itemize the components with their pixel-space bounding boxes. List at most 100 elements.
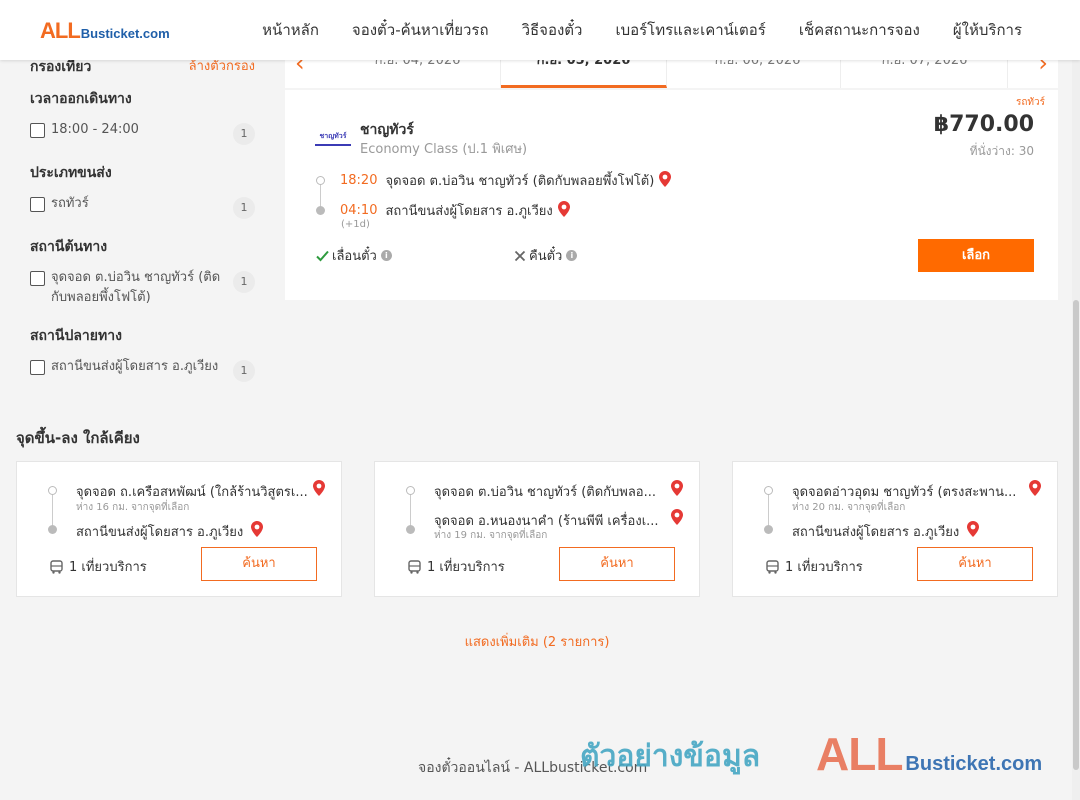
destination-dot-icon [316,206,325,215]
show-more-link[interactable]: แสดงเพิ่มเติม (2 รายการ) [0,631,1074,652]
info-icon[interactable]: i [380,250,392,261]
watermark-logo-domain: Busticket.com [905,753,1043,775]
nearby-origin: จุดจอด ต.บ่อวิน ชาญทัวร์ (ติดกับพลอ... [434,485,657,500]
seats-available: ที่นั่งว่าง: 30 [969,144,1034,158]
trip-count-label: 1 เที่ยวบริการ [69,560,147,575]
nav-how-to-book[interactable]: วิธีจองตั๋ว [522,18,583,42]
nearby-destination: สถานีขนส่งผู้โดยสาร อ.ภูเวียง [792,525,960,540]
filter-count-badge: 1 [233,197,255,219]
info-icon[interactable]: i [566,250,578,261]
origin-dot-icon [48,486,57,495]
scrollbar-thumb[interactable] [1073,300,1079,770]
filter-option[interactable]: จุดจอด ต.บ่อวิน ชาญทัวร์ (ติดกับพลอยพึ้ง… [30,268,255,308]
select-trip-button[interactable]: เลือก [918,239,1034,272]
page-scrollbar[interactable] [1072,0,1080,800]
bus-icon [50,559,63,574]
departure-station: จุดจอด ต.บ่อวิน ชาญทัวร์ (ติดกับพลอยพึ้ง… [385,174,655,189]
nav-operators[interactable]: ผู้ให้บริการ [953,18,1022,42]
bus-icon [408,559,421,574]
watermark-logo-all: ALL [816,728,903,780]
nearby-search-button[interactable]: ค้นหา [559,547,675,581]
watermark-logo: ALL Busticket.com [816,727,1042,781]
logo-all-text: ALL [40,18,81,43]
nearby-origin-distance: ห่าง 20 กม. จากจุดที่เลือก [792,502,906,513]
top-navbar: ALL Busticket.com หน้าหลัก จองตั๋ว-ค้นหา… [0,0,1080,60]
refund-policy[interactable]: คืนตั๋ว i [514,245,578,266]
filter-count-badge: 1 [233,360,255,382]
filter-group-title: ประเภทขนส่ง [30,165,112,181]
departure-stop: 18:20 จุดจอด ต.บ่อวิน ชาญทัวร์ (ติดกับพล… [340,170,672,191]
filter-option[interactable]: 18:00 - 24:00 1 [30,120,255,145]
filter-group-origin: สถานีต้นทาง จุดจอด ต.บ่อวิน ชาญทัวร์ (ติ… [30,236,255,308]
refund-label: คืนตั๋ว [529,249,563,264]
filter-checkbox[interactable] [30,197,45,212]
check-icon [316,250,329,261]
nearby-trip-count: 1 เที่ยวบริการ [766,556,863,577]
filter-group-title: สถานีปลายทาง [30,328,122,344]
origin-dot-icon [406,486,415,495]
map-pin-icon[interactable] [671,480,683,496]
arrival-time: 04:10 [340,203,378,218]
filter-checkbox[interactable] [30,271,45,286]
route-timeline-line [410,492,411,529]
nearby-destination: สถานีขนส่งผู้โดยสาร อ.ภูเวียง [76,525,244,540]
filter-option-label[interactable]: 18:00 - 24:00 [51,120,221,140]
main-nav: หน้าหลัก จองตั๋ว-ค้นหาเที่ยวรถ วิธีจองตั… [262,0,1022,60]
filter-group-departure-time: เวลาออกเดินทาง 18:00 - 24:00 1 [30,88,255,145]
destination-dot-icon [48,525,57,534]
filter-title: กรองเที่ยว [30,60,92,72]
filter-option[interactable]: สถานีขนส่งผู้โดยสาร อ.ภูเวียง 1 [30,357,255,382]
reschedule-policy[interactable]: เลื่อนตั๋ว i [316,245,392,266]
trip-count-label: 1 เที่ยวบริการ [427,560,505,575]
nav-booking-status[interactable]: เช็คสถานะการจอง [799,18,920,42]
nearby-card: จุดจอด ต.บ่อวิน ชาญทัวร์ (ติดกับพลอ... จ… [374,461,700,597]
nearby-search-button[interactable]: ค้นหา [201,547,317,581]
map-pin-icon[interactable] [557,200,570,221]
nav-book-search[interactable]: จองตั๋ว-ค้นหาเที่ยวรถ [352,18,489,42]
cross-icon [514,250,526,261]
trip-result-card: รถทัวร์ ชาญทัวร์ ชาญทัวร์ Economy Class … [285,90,1058,300]
map-pin-icon[interactable] [251,521,263,537]
filter-count-badge: 1 [233,123,255,145]
operator-logo: ชาญทัวร์ [315,126,351,146]
site-logo[interactable]: ALL Busticket.com [40,18,170,44]
transport-type-label: รถทัวร์ [1015,97,1045,108]
filter-header: กรองเที่ยว ล้างตัวกรอง [30,60,255,72]
filter-checkbox[interactable] [30,123,45,138]
filter-count-badge: 1 [233,271,255,293]
origin-dot-icon [316,176,325,185]
destination-dot-icon [406,525,415,534]
logo-domain-text: Busticket.com [80,26,170,41]
map-pin-icon[interactable] [659,170,672,191]
nearby-stops-title: จุดขึ้น-ลง ใกล้เคียง [16,429,140,447]
nav-home[interactable]: หน้าหลัก [262,18,319,42]
route-timeline-line [768,492,769,529]
map-pin-icon[interactable] [313,480,325,496]
nearby-trip-count: 1 เที่ยวบริการ [408,556,505,577]
nearby-search-button[interactable]: ค้นหา [917,547,1033,581]
filter-option-label[interactable]: จุดจอด ต.บ่อวิน ชาญทัวร์ (ติดกับพลอยพึ้ง… [51,268,221,308]
filter-group-title: เวลาออกเดินทาง [30,91,132,107]
map-pin-icon[interactable] [1029,480,1041,496]
reschedule-label: เลื่อนตั๋ว [332,249,377,264]
departure-time: 18:20 [340,173,378,188]
map-pin-icon[interactable] [671,509,683,525]
filter-option-label[interactable]: รถทัวร์ [51,194,221,214]
filter-checkbox[interactable] [30,360,45,375]
nearby-origin-distance: ห่าง 16 กม. จากจุดที่เลือก [76,502,190,513]
bus-icon [766,559,779,574]
filter-group-title: สถานีต้นทาง [30,239,108,255]
filter-option-label[interactable]: สถานีขนส่งผู้โดยสาร อ.ภูเวียง [51,357,221,377]
filter-sidebar: กรองเที่ยว ล้างตัวกรอง เวลาออกเดินทาง 18… [30,60,255,382]
destination-dot-icon [764,525,773,534]
nav-contacts[interactable]: เบอร์โทรและเคาน์เตอร์ [615,18,765,42]
arrival-stop: 04:10 สถานีขนส่งผู้โดยสาร อ.ภูเวียง [340,200,570,221]
nearby-origin: จุดจอดอ่าวอุดม ชาญทัวร์ (ตรงสะพาน... [792,485,1017,500]
filter-option[interactable]: รถทัวร์ 1 [30,194,255,219]
map-pin-icon[interactable] [967,521,979,537]
nearby-trip-count: 1 เที่ยวบริการ [50,556,147,577]
clear-filters-link[interactable]: ล้างตัวกรอง [189,60,255,72]
filter-group-destination: สถานีปลายทาง สถานีขนส่งผู้โดยสาร อ.ภูเวี… [30,325,255,382]
nearby-destination-distance: ห่าง 19 กม. จากจุดที่เลือก [434,530,548,541]
bus-class: Economy Class (ป.1 พิเศษ) [360,142,528,157]
